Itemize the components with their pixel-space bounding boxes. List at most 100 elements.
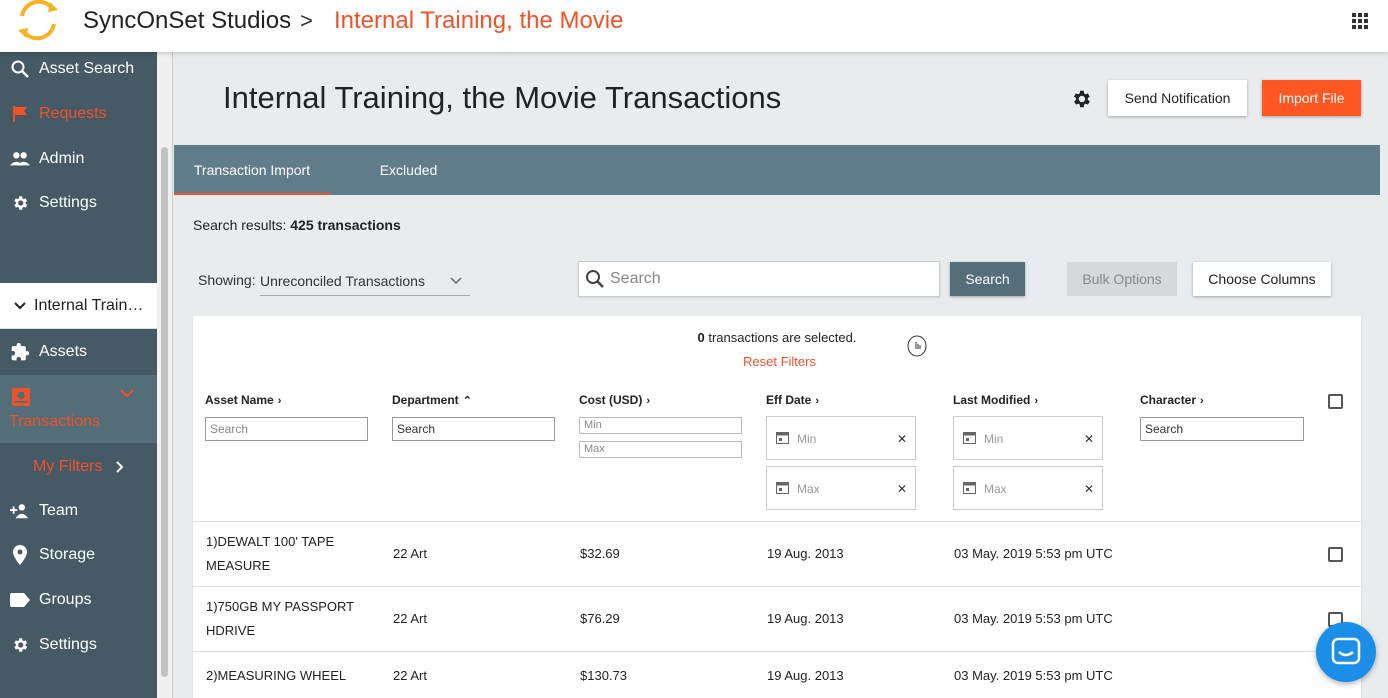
sidebar-item-settings[interactable]: Settings xyxy=(0,181,157,225)
calendar-icon xyxy=(963,432,976,444)
chevron-down-icon xyxy=(450,266,462,296)
table-row[interactable]: 1)DEWALT 100' TAPE MEASURE 22 Art $32.69… xyxy=(193,521,1361,586)
reset-filters-link[interactable]: Reset Filters xyxy=(743,354,816,369)
sidebar-item-label: My Filters xyxy=(33,458,103,475)
sidebar-item-label: Storage xyxy=(39,546,96,563)
sidebar-item-storage[interactable]: Storage xyxy=(0,533,157,577)
search-field[interactable] xyxy=(578,261,940,297)
department-filter-input[interactable]: Search xyxy=(392,417,555,441)
calendar-icon xyxy=(776,432,789,444)
showing-filter-select[interactable]: Unreconciled Transactions xyxy=(260,266,470,296)
tab-excluded[interactable]: Excluded xyxy=(361,145,456,195)
puzzle-icon xyxy=(10,342,30,362)
sidebar-item-team[interactable]: Team xyxy=(0,489,157,533)
sidebar-item-label: Admin xyxy=(39,150,85,167)
column-header-eff-date[interactable]: Eff Date › xyxy=(766,393,819,407)
eff-date-min-picker[interactable]: Min ✕ xyxy=(766,416,916,460)
department-cell: 22 Art xyxy=(393,611,427,626)
choose-columns-button[interactable]: Choose Columns xyxy=(1193,262,1331,296)
table-row[interactable]: 2)MEASURING WHEEL 22 Art $130.73 19 Aug.… xyxy=(193,651,1361,698)
date-placeholder: Min xyxy=(797,432,817,446)
gear-icon xyxy=(10,193,30,213)
chevron-down-icon[interactable] xyxy=(120,388,134,398)
column-header-character[interactable]: Character › xyxy=(1140,393,1204,407)
clear-icon[interactable]: ✕ xyxy=(1084,432,1094,446)
sidebar-item-asset-search[interactable]: Asset Search xyxy=(0,47,157,91)
search-input[interactable] xyxy=(610,270,930,288)
sidebar-scrollbar[interactable] xyxy=(157,52,173,698)
sidebar: Asset Search Requests Admin Settings Int… xyxy=(0,52,157,698)
select-all-checkbox[interactable] xyxy=(1328,394,1343,409)
breadcrumb-chevron-icon: > xyxy=(300,8,313,33)
gear-icon[interactable] xyxy=(1070,88,1092,110)
column-header-asset-name[interactable]: Asset Name › xyxy=(205,393,281,407)
sidebar-item-label: Settings xyxy=(39,636,97,653)
apps-grid-icon[interactable] xyxy=(1352,13,1368,29)
results-count: 425 transactions xyxy=(290,217,401,233)
calendar-icon xyxy=(776,482,789,494)
clear-icon[interactable]: ✕ xyxy=(1084,482,1094,496)
sidebar-item-my-filters[interactable]: My Filters xyxy=(0,445,157,489)
chevron-right-icon xyxy=(116,457,124,478)
column-label: Character xyxy=(1140,393,1197,407)
asset-name-cell: 2)MEASURING WHEEL xyxy=(206,664,346,688)
sidebar-item-label: Settings xyxy=(39,194,97,211)
inbox-download-icon xyxy=(12,388,30,406)
date-placeholder: Max xyxy=(797,482,820,496)
row-checkbox[interactable] xyxy=(1328,547,1343,562)
column-label: Asset Name xyxy=(205,393,274,407)
bulk-options-button[interactable]: Bulk Options xyxy=(1067,262,1177,296)
last-modified-min-picker[interactable]: Min ✕ xyxy=(953,416,1103,460)
sidebar-item-groups[interactable]: Groups xyxy=(0,578,157,622)
sidebar-item-transactions[interactable]: Transactions xyxy=(0,375,157,443)
sidebar-item-requests[interactable]: Requests xyxy=(0,92,157,136)
last-modified-max-picker[interactable]: Max ✕ xyxy=(953,466,1103,510)
chat-launcher-button[interactable] xyxy=(1316,622,1376,682)
column-header-cost[interactable]: Cost (USD) › xyxy=(579,393,650,407)
flag-icon xyxy=(10,104,30,124)
tab-transaction-import[interactable]: Transaction Import xyxy=(174,145,330,195)
table-row[interactable]: 1)750GB MY PASSPORT HDRIVE 22 Art $76.29… xyxy=(193,586,1361,651)
column-header-department[interactable]: Department ⌃ xyxy=(392,393,472,407)
transactions-table-card: 0 transactions are selected. Reset Filte… xyxy=(193,316,1361,698)
top-header: SyncOnSet Studios > Internal Training, t… xyxy=(0,0,1388,52)
cost-min-input[interactable]: Min xyxy=(579,417,742,434)
send-notification-button[interactable]: Send Notification xyxy=(1108,80,1247,116)
sidebar-item-admin[interactable]: Admin xyxy=(0,137,157,181)
last-modified-cell: 03 May. 2019 5:53 pm UTC xyxy=(954,546,1113,561)
sidebar-scrollbar-thumb[interactable] xyxy=(161,147,168,677)
search-icon xyxy=(10,59,30,79)
chevron-right-icon: › xyxy=(1034,395,1039,407)
eff-date-max-picker[interactable]: Max ✕ xyxy=(766,466,916,510)
column-header-last-modified[interactable]: Last Modified › xyxy=(953,393,1038,407)
search-button[interactable]: Search xyxy=(950,262,1025,296)
sidebar-item-label: Assets xyxy=(39,343,88,360)
sidebar-item-label: Team xyxy=(39,502,79,519)
cost-cell: $76.29 xyxy=(580,611,620,626)
sidebar-item-settings-bottom[interactable]: Settings xyxy=(0,623,157,667)
asset-name-filter-input[interactable]: Search xyxy=(205,417,368,441)
last-modified-cell: 03 May. 2019 5:53 pm UTC xyxy=(954,668,1113,683)
asset-name-line: HDRIVE xyxy=(206,623,256,638)
department-cell: 22 Art xyxy=(393,668,427,683)
studio-name-link[interactable]: SyncOnSet Studios xyxy=(83,7,291,35)
selection-info: 0 transactions are selected. xyxy=(193,330,1361,345)
main-content: Internal Training, the Movie Transaction… xyxy=(174,52,1380,698)
clear-icon[interactable]: ✕ xyxy=(897,432,907,446)
results-prefix: Search results: xyxy=(193,217,291,233)
chevron-right-icon: › xyxy=(815,395,820,407)
sidebar-item-assets[interactable]: Assets xyxy=(0,330,157,374)
sync-logo-icon[interactable] xyxy=(14,0,62,44)
cost-max-input[interactable]: Max xyxy=(579,441,742,458)
selected-count: 0 xyxy=(697,330,705,345)
people-icon xyxy=(10,149,30,169)
import-file-button[interactable]: Import File xyxy=(1262,80,1361,116)
date-placeholder: Max xyxy=(984,482,1007,496)
column-label: Last Modified xyxy=(953,393,1031,407)
project-name-link[interactable]: Internal Training, the Movie xyxy=(334,7,624,35)
calendar-icon xyxy=(963,482,976,494)
asset-name-line: 2)MEASURING WHEEL xyxy=(206,668,347,683)
character-filter-input[interactable]: Search xyxy=(1140,417,1304,441)
sidebar-project-selector[interactable]: Internal Train… xyxy=(0,283,157,329)
clear-icon[interactable]: ✕ xyxy=(897,482,907,496)
